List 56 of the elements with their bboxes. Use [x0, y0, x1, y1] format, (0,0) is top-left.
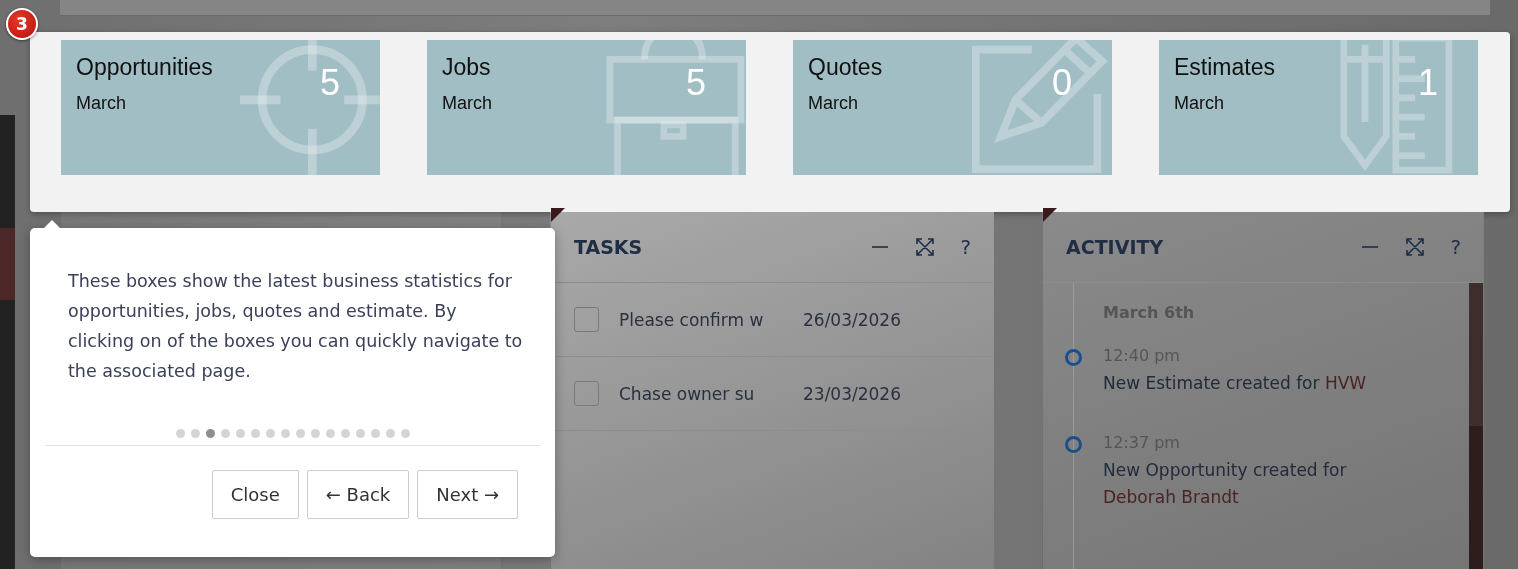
timeline-dot	[1065, 436, 1082, 453]
step-dot[interactable]	[400, 429, 410, 438]
card-count: 0	[1052, 62, 1073, 104]
tour-button[interactable]: ← Back	[306, 470, 410, 519]
task-due-date: 23/03/2026	[803, 383, 901, 404]
card-title: Quotes	[808, 54, 883, 81]
step-dot[interactable]	[355, 429, 365, 438]
panel-title: TASKS	[574, 236, 643, 258]
tour-button[interactable]: Close	[211, 470, 299, 519]
card-title: Estimates	[1174, 54, 1275, 81]
expand-icon[interactable]	[1405, 237, 1426, 257]
card-count: 5	[686, 62, 707, 104]
step-dot[interactable]	[280, 429, 290, 438]
stat-card[interactable]: Jobs March 5	[427, 40, 746, 175]
activity-text: New Estimate created for HVW	[1103, 372, 1368, 395]
step-badge: 3	[6, 8, 38, 40]
step-dot[interactable]	[250, 429, 260, 438]
step-dot[interactable]	[235, 429, 245, 438]
card-title: Jobs	[442, 54, 492, 81]
task-due-date: 26/03/2026	[803, 309, 901, 330]
task-title[interactable]: Chase owner su	[619, 383, 784, 404]
task-title[interactable]: Please confirm w	[619, 309, 784, 330]
step-dot[interactable]	[205, 429, 215, 438]
stat-card[interactable]: Estimates March 1	[1159, 40, 1478, 175]
task-checkbox[interactable]	[574, 381, 599, 406]
expand-icon[interactable]	[915, 237, 936, 257]
corner-mark	[1043, 208, 1057, 222]
help-button[interactable]: ?	[960, 235, 971, 259]
card-period: March	[442, 93, 492, 114]
panel-title: ACTIVITY	[1066, 236, 1164, 258]
stat-card[interactable]: Opportunities March 5	[61, 40, 380, 175]
step-dot[interactable]	[295, 429, 305, 438]
activity-text: New Opportunity created for Deborah Brandt	[1103, 459, 1348, 509]
tour-text: These boxes show the latest business statistics for opportunities, jobs, quotes and estimate. By clicking on of the boxes you can quickly navigate to the associated page.	[68, 270, 523, 383]
card-count: 1	[1418, 62, 1439, 104]
card-count: 5	[320, 62, 341, 104]
help-button[interactable]: ?	[1450, 235, 1461, 259]
card-period: March	[1174, 93, 1225, 114]
step-dot[interactable]	[385, 429, 395, 438]
step-dot[interactable]	[310, 429, 320, 438]
card-period: March	[808, 93, 859, 114]
step-dot[interactable]	[340, 429, 350, 438]
tour-button[interactable]: Next →	[417, 470, 518, 519]
stat-card[interactable]: Quotes March 0	[793, 40, 1112, 175]
step-dot[interactable]	[325, 429, 335, 438]
card-period: March	[76, 93, 127, 114]
step-dot[interactable]	[220, 429, 230, 438]
step-dot[interactable]	[175, 429, 185, 438]
step-dot[interactable]	[370, 429, 380, 438]
task-checkbox[interactable]	[574, 307, 599, 332]
sidebar-item[interactable]	[0, 228, 15, 300]
step-dot[interactable]	[265, 429, 275, 438]
scrollbar[interactable]	[1469, 283, 1483, 569]
card-title: Opportunities	[76, 54, 213, 81]
timeline-dot	[1065, 349, 1082, 366]
step-dot[interactable]	[190, 429, 200, 438]
